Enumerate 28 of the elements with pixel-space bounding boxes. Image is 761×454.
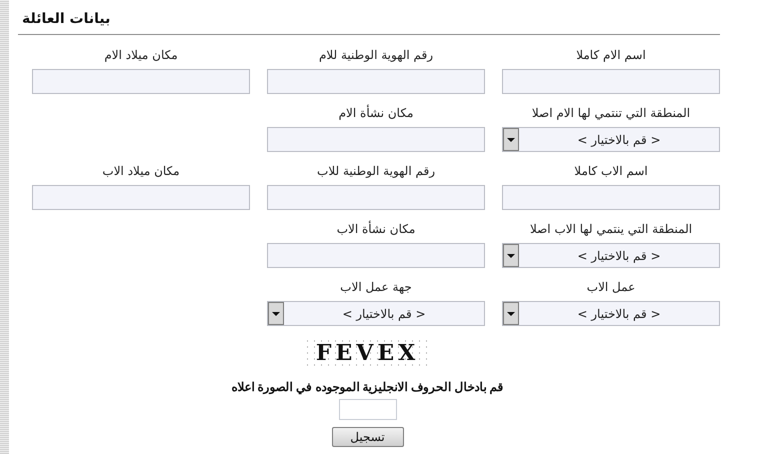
field-label: مكان ميلاد الاب [102,163,180,179]
section-title: بيانات العائلة [21,10,112,28]
input-field[interactable] [32,185,250,210]
field-label: اسم الاب كاملا [574,163,648,179]
input-field[interactable] [267,243,485,268]
captcha-input[interactable] [338,399,396,420]
field-label: مكان نشأة الام [338,105,414,121]
field-label: عمل الاب [586,279,636,295]
field-label: المنطقة التي تنتمي لها الام اصلا [532,105,690,121]
field-label: اسم الام كاملا [576,47,646,63]
field-label: جهة عمل الاب [340,279,412,295]
input-field[interactable] [502,69,720,94]
field-label: رقم الهوية الوطنية للام [318,47,434,63]
select-dropdown[interactable]: < قم بالاختيار > [502,127,720,152]
input-field[interactable] [267,127,485,152]
input-field[interactable] [267,69,485,94]
input-field[interactable] [267,185,485,210]
field-label: رقم الهوية الوطنية للاب [317,163,435,179]
input-field[interactable] [502,185,720,210]
submit-button[interactable]: تسجيل [332,427,404,447]
select-dropdown[interactable]: < قم بالاختيار > [502,243,720,268]
field-label: مكان ميلاد الام [104,47,178,63]
select-dropdown[interactable]: < قم بالاختيار > [502,301,720,326]
select-dropdown[interactable]: < قم بالاختيار > [267,301,485,326]
field-label: المنطقة التي ينتمي لها الاب اصلا [530,221,692,237]
input-field[interactable] [32,69,250,94]
field-label: مكان نشأة الاب [336,221,416,237]
captcha-instruction: قم بادخال الحروف الانجليزية الموجوده في الصورة اعلاه [231,379,504,396]
